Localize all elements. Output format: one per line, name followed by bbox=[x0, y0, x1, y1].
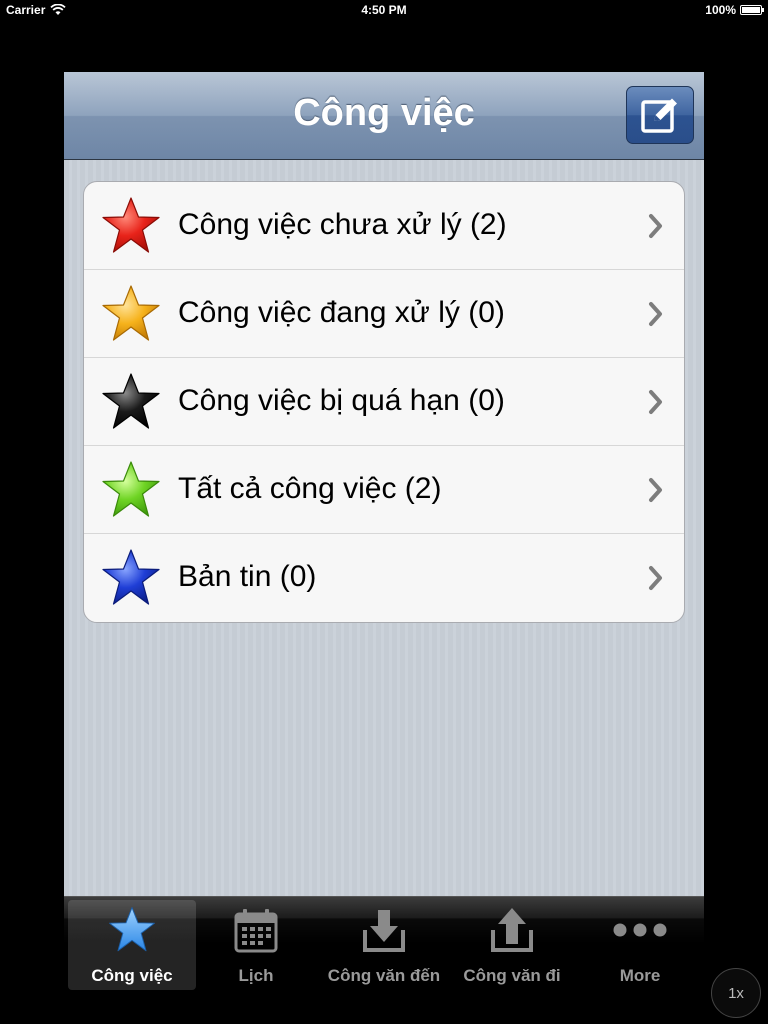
menu-item-label: Công việc chưa xử lý (2) bbox=[178, 208, 507, 241]
menu-item-label: Bản tin (0) bbox=[178, 560, 317, 593]
app-window: Công việc Công việc chưa xử lý (2) Công … bbox=[64, 72, 704, 944]
compose-button[interactable] bbox=[626, 86, 694, 144]
tab-label: Công văn đến bbox=[327, 966, 441, 985]
task-menu-table: Công việc chưa xử lý (2) Công việc đang … bbox=[83, 181, 685, 623]
menu-item-label: Công việc đang xử lý (0) bbox=[178, 296, 505, 329]
green-star-icon bbox=[102, 461, 160, 517]
inbox-download-icon bbox=[363, 910, 405, 952]
tab-cong-van-den[interactable]: Công văn đến bbox=[320, 900, 448, 990]
menu-item-label: Tất cả công việc (2) bbox=[178, 472, 442, 505]
tab-label: Công văn đi bbox=[463, 966, 561, 985]
red-star-icon bbox=[102, 197, 160, 253]
tab-cong-viec[interactable]: Công việc bbox=[68, 900, 196, 990]
chevron-right-icon bbox=[649, 302, 662, 326]
zoom-toggle-button[interactable]: 1x bbox=[711, 968, 761, 1018]
menu-item-label: Công việc bị quá hạn (0) bbox=[178, 384, 505, 417]
black-star-icon bbox=[102, 373, 160, 429]
chevron-right-icon bbox=[649, 214, 662, 238]
compose-icon bbox=[641, 98, 677, 133]
tab-more[interactable]: More bbox=[576, 900, 704, 990]
menu-item-overdue-tasks[interactable]: Công việc bị quá hạn (0) bbox=[84, 358, 684, 446]
chevron-right-icon bbox=[649, 566, 662, 590]
battery-icon bbox=[740, 5, 764, 15]
more-dots-icon bbox=[613, 923, 667, 937]
star-icon bbox=[109, 907, 155, 952]
chevron-right-icon bbox=[649, 390, 662, 414]
page-title: Công việc bbox=[293, 92, 475, 134]
outbox-upload-icon bbox=[491, 908, 533, 952]
tab-lich[interactable]: Lịch bbox=[192, 900, 320, 990]
calendar-icon bbox=[234, 909, 278, 953]
menu-item-in-progress-tasks[interactable]: Công việc đang xử lý (0) bbox=[84, 270, 684, 358]
menu-item-pending-tasks[interactable]: Công việc chưa xử lý (2) bbox=[84, 182, 684, 270]
status-bar: Carrier 4:50 PM 100% bbox=[0, 0, 768, 20]
tab-label: Lịch bbox=[238, 966, 274, 985]
tab-label: Công việc bbox=[91, 966, 173, 985]
battery-indicator: 100% bbox=[705, 3, 764, 17]
status-time: 4:50 PM bbox=[361, 3, 407, 17]
tab-label: More bbox=[619, 966, 661, 985]
menu-item-all-tasks[interactable]: Tất cả công việc (2) bbox=[84, 446, 684, 534]
blue-star-icon bbox=[102, 549, 160, 605]
chevron-right-icon bbox=[649, 478, 662, 502]
orange-star-icon bbox=[102, 285, 160, 341]
tab-cong-van-di[interactable]: Công văn đi bbox=[448, 900, 576, 990]
battery-percent: 100% bbox=[705, 3, 736, 17]
navigation-bar: Công việc bbox=[64, 72, 704, 160]
menu-item-news[interactable]: Bản tin (0) bbox=[84, 534, 684, 622]
